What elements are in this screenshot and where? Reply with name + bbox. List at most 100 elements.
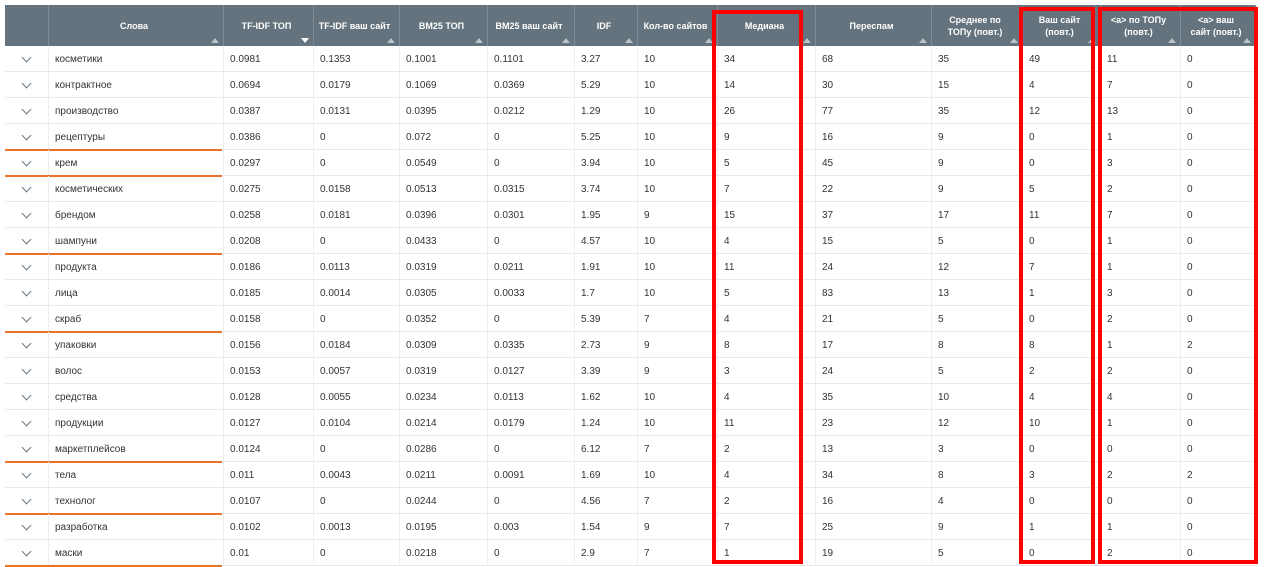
row-expand-toggle[interactable]: [5, 254, 49, 280]
cell-tfidf-site: 0.0043: [314, 462, 400, 488]
header-words[interactable]: Слова: [49, 5, 224, 46]
sort-arrow-icon[interactable]: [1088, 38, 1096, 43]
cell-tfidf-site: 0.0104: [314, 410, 400, 436]
chevron-down-icon[interactable]: [21, 390, 32, 400]
cell-bm25-site: 0.0301: [488, 202, 575, 228]
chevron-down-icon[interactable]: [21, 520, 32, 530]
cell-bm25-top: 0.0549: [400, 150, 488, 176]
chevron-down-icon[interactable]: [21, 182, 32, 192]
row-expand-toggle[interactable]: [5, 280, 49, 306]
cell-bm25-top: 0.1001: [400, 46, 488, 72]
header-toggle[interactable]: [5, 5, 49, 46]
header-site-count[interactable]: Кол-во сайтов: [638, 5, 718, 46]
cell-median: 9: [718, 124, 816, 150]
cell-word: тела: [49, 462, 224, 488]
row-expand-toggle[interactable]: [5, 332, 49, 358]
row-expand-toggle[interactable]: [5, 514, 49, 540]
cell-your-site: 1: [1023, 280, 1101, 306]
cell-tfidf-top: 0.0208: [224, 228, 314, 254]
table-row: маркетплейсов 0.0124 0 0.0286 0 6.12 7 2 13 3 0 0 0: [5, 436, 1256, 463]
cell-site-count: 9: [638, 202, 718, 228]
row-expand-toggle[interactable]: [5, 124, 49, 150]
table-body: косметики 0.0981 0.1353 0.1001 0.1101 3.27 10 3…: [5, 46, 1256, 567]
cell-your-site: 0: [1023, 540, 1101, 566]
cell-idf: 5.29: [575, 72, 638, 98]
chevron-down-icon[interactable]: [21, 468, 32, 478]
chevron-down-icon[interactable]: [21, 364, 32, 374]
chevron-down-icon[interactable]: [21, 234, 32, 244]
header-bm25-top[interactable]: BM25 ТОП: [400, 5, 488, 46]
header-overspam[interactable]: Переспам: [816, 5, 932, 46]
cell-word: продукции: [49, 410, 224, 436]
cell-tfidf-top: 0.0275: [224, 176, 314, 202]
header-idf[interactable]: IDF: [575, 5, 638, 46]
chevron-down-icon[interactable]: [21, 338, 32, 348]
sort-arrow-icon[interactable]: [803, 38, 811, 43]
cell-tfidf-top: 0.0127: [224, 410, 314, 436]
row-expand-toggle[interactable]: [5, 98, 49, 124]
cell-tfidf-top: 0.0297: [224, 150, 314, 176]
row-expand-toggle[interactable]: [5, 46, 49, 72]
row-expand-toggle[interactable]: [5, 72, 49, 98]
row-expand-toggle[interactable]: [5, 358, 49, 384]
cell-bm25-top: 0.0234: [400, 384, 488, 410]
row-expand-toggle[interactable]: [5, 436, 49, 462]
chevron-down-icon[interactable]: [21, 442, 32, 452]
cell-median: 2: [718, 436, 816, 462]
sort-arrow-icon[interactable]: [475, 38, 483, 43]
chevron-down-icon[interactable]: [21, 78, 32, 88]
row-expand-toggle[interactable]: [5, 150, 49, 176]
row-expand-toggle[interactable]: [5, 202, 49, 228]
table-row: продукта 0.0186 0.0113 0.0319 0.0211 1.91 10 11…: [5, 254, 1256, 280]
header-tfidf-site[interactable]: TF-IDF ваш сайт: [314, 5, 400, 46]
chevron-down-icon[interactable]: [21, 286, 32, 296]
sort-arrow-icon[interactable]: [1243, 38, 1251, 43]
chevron-down-icon[interactable]: [21, 156, 32, 166]
row-expand-toggle[interactable]: [5, 306, 49, 332]
header-tfidf-top[interactable]: TF-IDF ТОП: [224, 5, 314, 46]
header-your-site[interactable]: Ваш сайт (повт.): [1023, 5, 1101, 46]
cell-avg-top: 9: [932, 514, 1023, 540]
sort-arrow-icon[interactable]: [1010, 38, 1018, 43]
chevron-down-icon[interactable]: [21, 130, 32, 140]
header-median[interactable]: Медиана: [718, 5, 816, 46]
cell-your-site: 8: [1023, 332, 1101, 358]
row-expand-toggle[interactable]: [5, 384, 49, 410]
chevron-down-icon[interactable]: [21, 494, 32, 504]
row-expand-toggle[interactable]: [5, 462, 49, 488]
header-anchor-top[interactable]: <a> по ТОПу (повт.): [1101, 5, 1181, 46]
row-expand-toggle[interactable]: [5, 540, 49, 566]
chevron-down-icon[interactable]: [21, 52, 32, 62]
cell-anchor-site: 0: [1181, 280, 1256, 306]
sort-arrow-icon[interactable]: [1168, 38, 1176, 43]
chevron-down-icon[interactable]: [21, 260, 32, 270]
cell-bm25-top: 0.0319: [400, 254, 488, 280]
sort-arrow-icon[interactable]: [705, 38, 713, 43]
sort-arrow-icon[interactable]: [387, 38, 395, 43]
table-row: косметики 0.0981 0.1353 0.1001 0.1101 3.27 10 3…: [5, 46, 1256, 72]
header-bm25-site[interactable]: BM25 ваш сайт: [488, 5, 575, 46]
row-expand-toggle[interactable]: [5, 488, 49, 514]
row-expand-toggle[interactable]: [5, 410, 49, 436]
sort-arrow-icon[interactable]: [562, 38, 570, 43]
cell-site-count: 9: [638, 332, 718, 358]
cell-median: 15: [718, 202, 816, 228]
sort-arrow-icon[interactable]: [211, 38, 219, 43]
header-avg-top[interactable]: Среднее по ТОПу (повт.): [932, 5, 1023, 46]
cell-your-site: 10: [1023, 410, 1101, 436]
chevron-down-icon[interactable]: [21, 416, 32, 426]
chevron-down-icon[interactable]: [21, 208, 32, 218]
chevron-down-icon[interactable]: [21, 546, 32, 556]
table-row: скраб 0.0158 0 0.0352 0 5.39 7 4 21 5 0 2 0: [5, 306, 1256, 333]
cell-your-site: 0: [1023, 124, 1101, 150]
row-expand-toggle[interactable]: [5, 176, 49, 202]
chevron-down-icon[interactable]: [21, 312, 32, 322]
chevron-down-icon[interactable]: [21, 104, 32, 114]
header-label: <a> ваш сайт (повт.): [1190, 14, 1242, 37]
row-expand-toggle[interactable]: [5, 228, 49, 254]
sort-arrow-icon[interactable]: [919, 38, 927, 43]
header-anchor-site[interactable]: <a> ваш сайт (повт.): [1181, 5, 1256, 46]
table-row: брендом 0.0258 0.0181 0.0396 0.0301 1.95 9 15 37…: [5, 202, 1256, 228]
sort-arrow-icon[interactable]: [301, 38, 309, 43]
sort-arrow-icon[interactable]: [625, 38, 633, 43]
